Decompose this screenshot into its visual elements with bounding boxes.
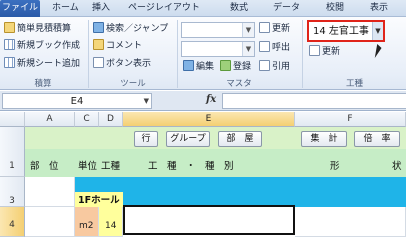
chevron-down-icon: ▼ bbox=[242, 42, 254, 56]
register-icon bbox=[220, 60, 231, 71]
koushu-select[interactable]: 14 左官工事 ▼ bbox=[307, 20, 385, 42]
header-kouji-shubetsu: 工 種 ・ 種 別 bbox=[148, 161, 234, 172]
sheet-icon bbox=[4, 57, 15, 68]
row-header-3[interactable]: 3 bbox=[0, 177, 25, 207]
ribbon-panel: 簡単見積積算 新規ブック作成 新規シート追加 積算 検索／ジャンプ コメント ボ… bbox=[0, 17, 406, 90]
group-separator bbox=[88, 20, 89, 88]
row-button[interactable]: 行 bbox=[134, 131, 158, 147]
koushu-value: 14 左官工事 bbox=[313, 26, 369, 37]
tab-review[interactable]: 校閲 bbox=[326, 1, 344, 17]
refresh-icon bbox=[309, 45, 320, 56]
header-jou: 状 bbox=[392, 161, 402, 172]
tab-view[interactable]: 表示 bbox=[370, 1, 388, 17]
cell-c3[interactable]: 1Fホール bbox=[75, 192, 123, 207]
row-header-4[interactable]: 4 bbox=[0, 207, 25, 237]
column-header-f[interactable]: F bbox=[295, 112, 406, 127]
header-koushu: 工種 bbox=[101, 161, 121, 172]
edit-icon bbox=[183, 60, 194, 71]
room-button[interactable]: 部 屋 bbox=[218, 131, 262, 147]
total-button[interactable]: 集 計 bbox=[301, 131, 347, 147]
binoculars-icon bbox=[93, 22, 104, 33]
calculator-icon bbox=[4, 22, 15, 33]
new-sheet-button[interactable]: 新規シート追加 bbox=[4, 57, 80, 71]
master-quote-button[interactable]: 引用 bbox=[259, 60, 290, 74]
group-label-koushu: 工種 bbox=[345, 79, 363, 89]
cell-f4[interactable] bbox=[295, 207, 406, 237]
master-call-button[interactable]: 呼出 bbox=[259, 41, 290, 55]
header-unit: 単位 bbox=[78, 161, 98, 172]
column-header-a[interactable]: A bbox=[25, 112, 75, 127]
header-bui: 部 位 bbox=[30, 161, 59, 172]
cell-c4[interactable]: m2 bbox=[75, 207, 99, 237]
koushu-update-button[interactable]: 更新 bbox=[309, 45, 340, 59]
show-buttons-button[interactable]: ボタン表示 bbox=[93, 57, 151, 71]
ribbon-tab-bar: ファイル ホーム 挿入 ページレイアウト 数式 データ 校閲 表示 bbox=[0, 0, 406, 17]
master-register-button[interactable]: 登録 bbox=[220, 60, 251, 74]
master-update-button[interactable]: 更新 bbox=[259, 22, 290, 36]
recall-icon bbox=[259, 41, 270, 52]
search-jump-button[interactable]: 検索／ジャンプ bbox=[93, 22, 168, 36]
group-label-master: マスタ bbox=[226, 79, 252, 89]
room-title: 1Fホール bbox=[78, 195, 120, 206]
column-header-e[interactable]: E bbox=[123, 112, 295, 127]
refresh-icon bbox=[259, 22, 270, 33]
cell-a3[interactable] bbox=[25, 177, 75, 207]
master-select-1[interactable]: ▼ bbox=[181, 22, 255, 38]
row-5-partial bbox=[25, 237, 406, 243]
header-katachi: 形 bbox=[330, 161, 340, 172]
tab-data[interactable]: データ bbox=[273, 1, 300, 17]
master-edit-button[interactable]: 編集 bbox=[183, 60, 214, 74]
select-all-corner[interactable] bbox=[0, 112, 25, 127]
formula-bar: E4 ▼ fx bbox=[0, 91, 406, 111]
group-label-sekisan: 積算 bbox=[34, 79, 52, 89]
cell-d4[interactable]: 14 bbox=[99, 207, 123, 237]
tab-home[interactable]: ホーム bbox=[52, 1, 79, 17]
ratio-button[interactable]: 倍 率 bbox=[354, 131, 400, 147]
comment-icon bbox=[93, 39, 104, 50]
formula-input[interactable] bbox=[222, 93, 406, 109]
name-box[interactable]: E4 ▼ bbox=[2, 93, 152, 109]
row3-band bbox=[75, 177, 406, 207]
group-label-tool: ツール bbox=[120, 79, 146, 89]
simple-estimate-button[interactable]: 簡単見積積算 bbox=[4, 22, 71, 36]
chevron-down-icon: ▼ bbox=[372, 22, 383, 40]
column-header-d[interactable]: D bbox=[99, 112, 123, 127]
tab-file[interactable]: ファイル bbox=[0, 0, 40, 17]
cell-a4[interactable] bbox=[25, 207, 75, 237]
chevron-down-icon: ▼ bbox=[242, 23, 254, 37]
master-select-2[interactable]: ▼ bbox=[181, 41, 255, 57]
tab-formulas[interactable]: 数式 bbox=[230, 1, 248, 17]
new-book-button[interactable]: 新規ブック作成 bbox=[4, 39, 80, 53]
cell-e4-active[interactable] bbox=[123, 205, 295, 235]
chevron-down-icon: ▼ bbox=[143, 97, 149, 105]
group-separator bbox=[177, 20, 178, 88]
quote-icon bbox=[259, 60, 270, 71]
tab-page-layout[interactable]: ページレイアウト bbox=[128, 1, 200, 17]
tab-insert[interactable]: 挿入 bbox=[92, 1, 110, 17]
group-button[interactable]: グループ bbox=[166, 131, 210, 147]
comment-button[interactable]: コメント bbox=[93, 39, 142, 53]
workbook-icon bbox=[4, 39, 15, 50]
mouse-pointer-icon bbox=[374, 44, 383, 58]
function-icon[interactable]: fx bbox=[206, 94, 216, 105]
column-header-c[interactable]: C bbox=[75, 112, 99, 127]
group-separator bbox=[302, 20, 303, 88]
row-header-1[interactable]: 1 bbox=[0, 127, 25, 177]
button-icon bbox=[93, 57, 104, 68]
